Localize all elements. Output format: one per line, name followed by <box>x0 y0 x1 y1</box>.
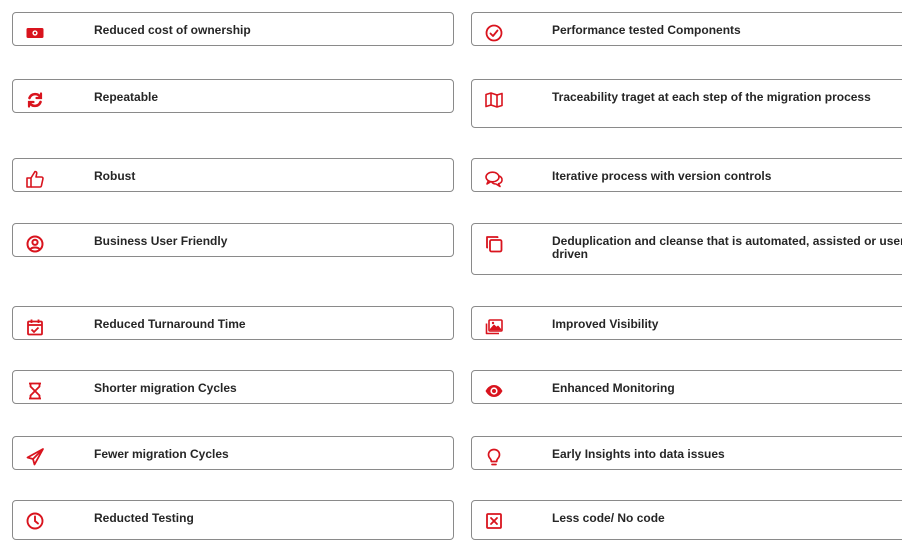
comments-icon <box>484 169 504 189</box>
feature-card-shorter-cycles: Shorter migration Cycles <box>12 370 454 404</box>
hourglass-icon <box>25 381 45 401</box>
images-icon <box>484 317 504 337</box>
feature-card-reducted-testing: Reducted Testing <box>12 500 454 540</box>
feature-card-robust: Robust <box>12 158 454 192</box>
feature-label: Iterative process with version controls <box>552 169 772 183</box>
copy-icon <box>484 234 504 254</box>
feature-label: Repeatable <box>94 90 159 104</box>
feature-label: Traceability traget at each step of the … <box>552 90 871 104</box>
feature-card-business-user: Business User Friendly <box>12 223 454 257</box>
feature-label: Robust <box>94 169 136 183</box>
paper-plane-icon <box>25 447 45 467</box>
map-icon <box>484 90 504 110</box>
feature-label: Performance tested Components <box>552 23 741 37</box>
feature-card-fewer-cycles: Fewer migration Cycles <box>12 436 454 470</box>
feature-card-improved-visibility: Improved Visibility <box>471 306 902 340</box>
feature-label: Less code/ No code <box>552 511 665 525</box>
feature-card-early-insights: Early Insights into data issues <box>471 436 902 470</box>
feature-label: Business User Friendly <box>94 234 228 248</box>
check-circle-icon <box>484 23 504 43</box>
close-box-icon <box>484 511 504 531</box>
feature-label: Deduplication and cleanse that is automa… <box>552 234 902 261</box>
user-circle-icon <box>25 234 45 254</box>
feature-card-repeatable: Repeatable <box>12 79 454 113</box>
feature-label: Reducted Testing <box>94 511 194 525</box>
refresh-icon <box>25 90 45 110</box>
feature-card-less-code: Less code/ No code <box>471 500 902 540</box>
feature-label: Fewer migration Cycles <box>94 447 229 461</box>
feature-card-deduplication: Deduplication and cleanse that is automa… <box>471 223 902 275</box>
feature-benefits-page: { "accent_color": "#d9141e", "features_l… <box>0 0 902 540</box>
clock-icon <box>25 511 45 531</box>
calendar-check-icon <box>25 317 45 337</box>
eye-icon <box>484 381 504 401</box>
feature-card-traceability: Traceability traget at each step of the … <box>471 79 902 128</box>
feature-card-performance-tested: Performance tested Components <box>471 12 902 46</box>
feature-label: Enhanced Monitoring <box>552 381 675 395</box>
feature-label: Reduced cost of ownership <box>94 23 251 37</box>
feature-label: Early Insights into data issues <box>552 447 725 461</box>
feature-label: Improved Visibility <box>552 317 659 331</box>
feature-card-iterative: Iterative process with version controls <box>471 158 902 192</box>
feature-card-reduced-turnaround: Reduced Turnaround Time <box>12 306 454 340</box>
feature-label: Shorter migration Cycles <box>94 381 237 395</box>
thumbs-up-icon <box>25 169 45 189</box>
feature-label: Reduced Turnaround Time <box>94 317 246 331</box>
feature-card-enhanced-monitoring: Enhanced Monitoring <box>471 370 902 404</box>
lightbulb-icon <box>484 447 504 467</box>
feature-card-reduced-cost: Reduced cost of ownership <box>12 12 454 46</box>
money-icon <box>25 23 45 43</box>
